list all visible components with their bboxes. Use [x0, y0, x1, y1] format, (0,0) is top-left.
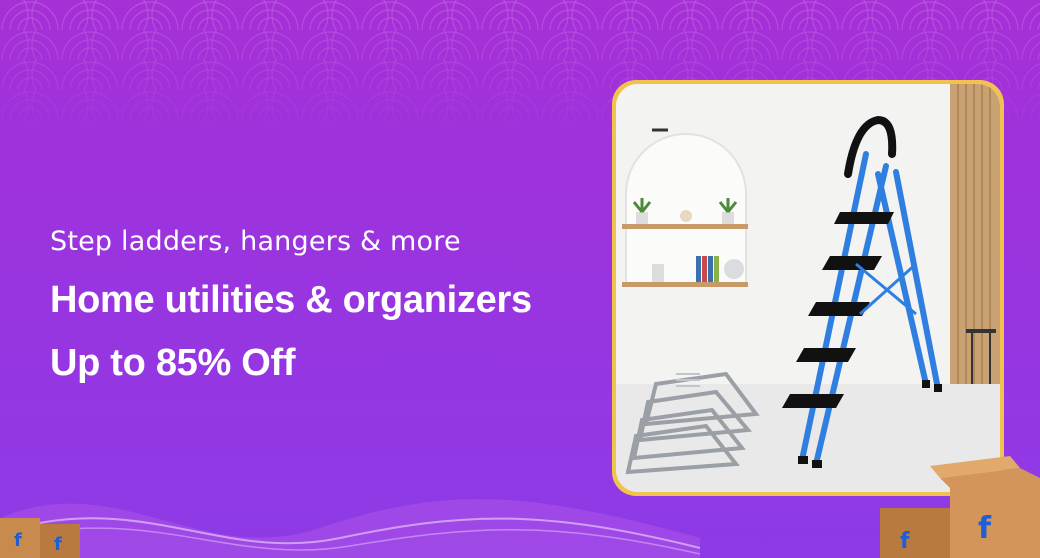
svg-text:f: f: [14, 530, 22, 551]
promo-headline: Home utilities & organizers: [50, 279, 532, 321]
promo-subtitle: Step ladders, hangers & more: [50, 226, 461, 257]
promo-offer: Up to 85% Off: [50, 342, 296, 384]
flipkart-box-icon: f f: [0, 518, 80, 558]
promo-banner[interactable]: Step ladders, hangers & more Home utilit…: [0, 0, 1040, 558]
product-photo: [616, 84, 1000, 492]
ladder-and-hangers-illustration: [616, 84, 1000, 492]
svg-text:f: f: [978, 511, 992, 546]
svg-text:f: f: [54, 534, 62, 555]
promo-text: Step ladders, hangers & more Home utilit…: [50, 226, 532, 385]
svg-text:f: f: [900, 529, 910, 554]
product-image-card[interactable]: [612, 80, 1004, 496]
flipkart-box-icon: f f: [880, 456, 1040, 558]
decorative-wave: [0, 499, 700, 558]
